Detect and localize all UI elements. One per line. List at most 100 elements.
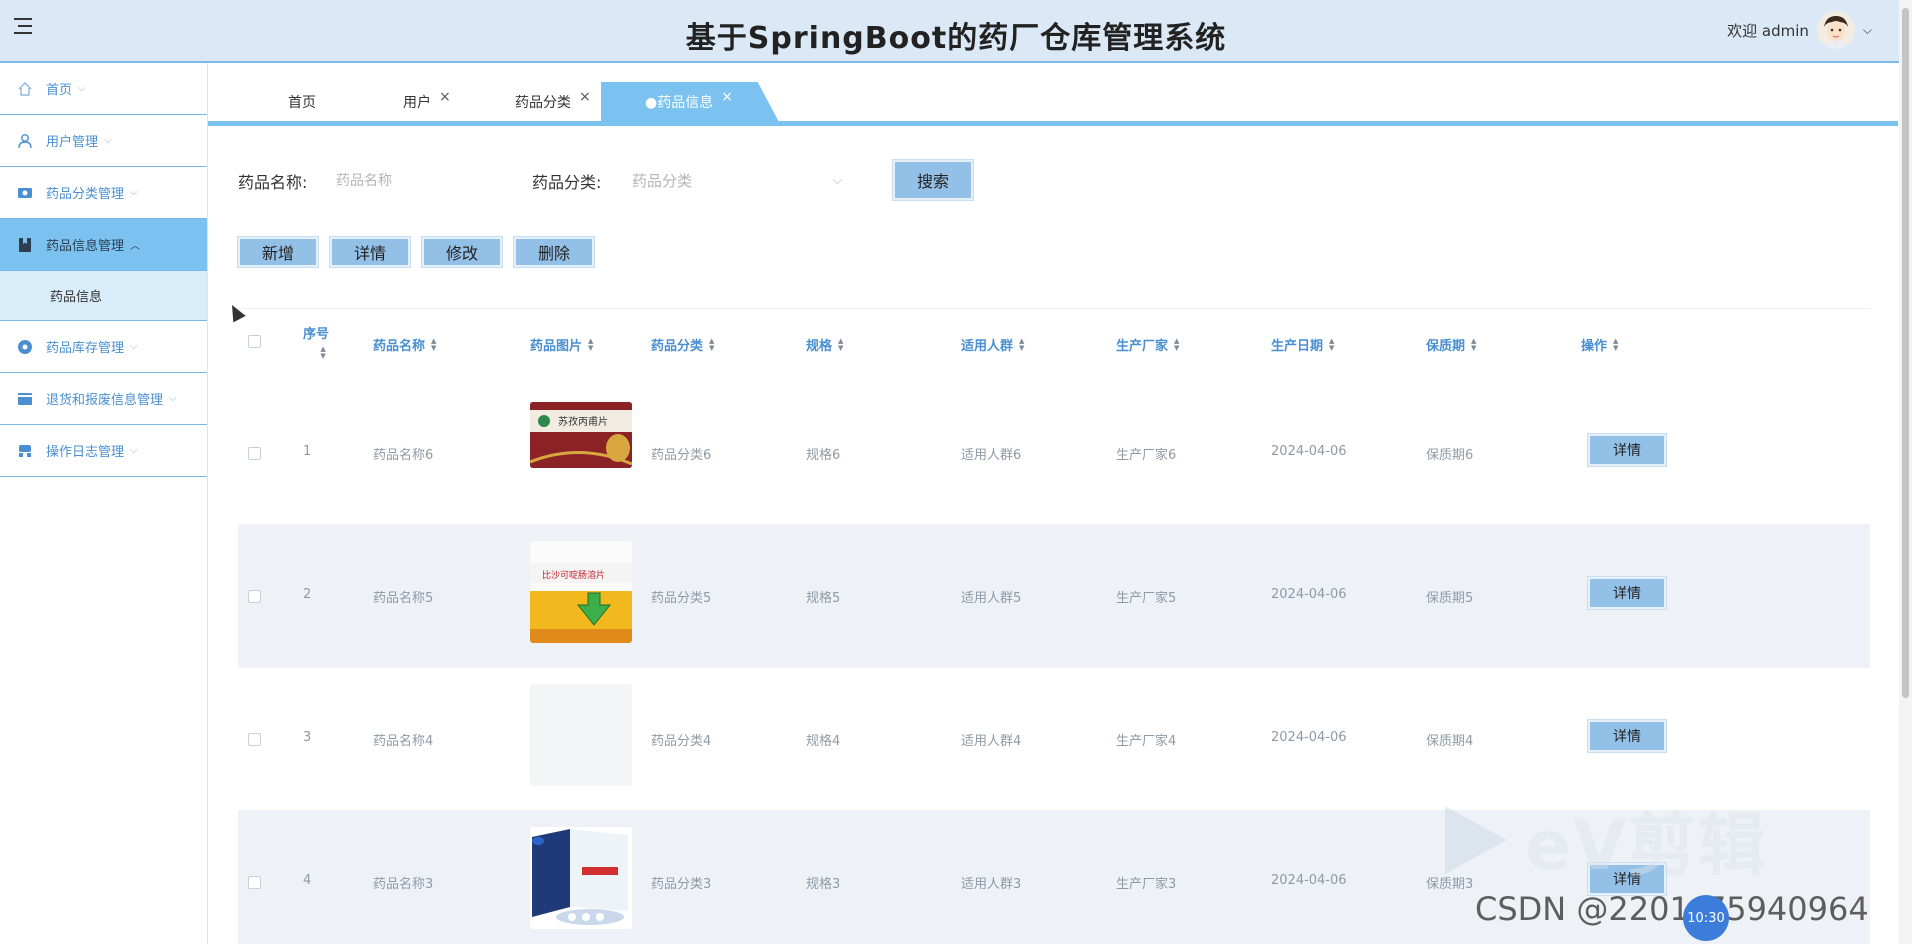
sort-icon[interactable]: ▲ ▼ (1329, 337, 1334, 352)
cell-crowd: 适用人群3 (961, 877, 1022, 892)
column-crowd[interactable]: 适用人群 ▲ ▼ (961, 335, 1024, 354)
cell-maker: 生产厂家5 (1116, 591, 1177, 606)
drug-image-text: 比沙可啶肠溶片 (542, 569, 605, 581)
scrollbar-thumb[interactable] (1902, 8, 1909, 698)
tab-label: 药品分类 (515, 95, 571, 111)
close-icon[interactable]: × (439, 89, 451, 105)
column-shelf-life[interactable]: 保质期 ▲ ▼ (1426, 335, 1476, 354)
sort-icon[interactable]: ▲ ▼ (1613, 337, 1618, 352)
tab-drug-category[interactable]: 药品分类 × (515, 82, 591, 122)
log-icon (16, 442, 34, 460)
sidebar-item-returns[interactable]: 退货和报废信息管理 ⌵ (0, 373, 207, 425)
tab-label: 用户 (403, 95, 431, 111)
home-icon (16, 80, 34, 98)
sidebar-subitem-drug-info[interactable]: 药品信息 (0, 271, 207, 321)
cell-category: 药品分类3 (651, 877, 712, 892)
row-checkbox[interactable] (248, 733, 261, 746)
chevron-down-icon: ⌵ (130, 341, 138, 352)
row-checkbox[interactable] (248, 876, 261, 889)
sidebar-item-category[interactable]: 药品分类管理 ⌵ (0, 167, 207, 219)
page-scrollbar[interactable] (1899, 0, 1912, 944)
column-name[interactable]: 药品名称 ▲ ▼ (373, 335, 436, 354)
inventory-icon (16, 338, 34, 356)
drug-image: 比沙可啶肠溶片 (530, 541, 632, 643)
drug-name-input[interactable] (336, 162, 516, 198)
cell-maker: 生产厂家3 (1116, 877, 1177, 892)
tab-drug-info[interactable]: ●药品信息 × (601, 82, 779, 122)
sort-icon[interactable]: ▲ ▼ (838, 337, 843, 352)
column-image[interactable]: 药品图片 ▲ ▼ (530, 335, 593, 354)
tab-label: ●药品信息 (645, 95, 714, 111)
sidebar-item-label: 药品信息管理 (46, 239, 125, 254)
card-icon (16, 390, 34, 408)
sidebar-item-users[interactable]: 用户管理 ⌵ (0, 115, 207, 167)
sidebar-item-label: 药品分类管理 (46, 187, 125, 202)
detail-button[interactable]: 详情 (330, 237, 410, 267)
row-checkbox[interactable] (248, 590, 261, 603)
cell-category: 药品分类4 (651, 734, 712, 749)
sidebar-item-home[interactable]: 首页 ⌵ (0, 63, 207, 115)
column-index[interactable]: 序号 ▲ ▼ (303, 323, 329, 360)
tab-bar: 首页 用户 × 药品分类 × ●药品信息 × (208, 82, 1898, 126)
column-maker[interactable]: 生产厂家 ▲ ▼ (1116, 335, 1179, 354)
cell-index: 2 (303, 587, 312, 602)
cell-shelf-life: 保质期4 (1426, 734, 1474, 749)
tab-label: 首页 (288, 95, 316, 111)
cell-category: 药品分类5 (651, 591, 712, 606)
delete-button[interactable]: 删除 (514, 237, 594, 267)
cell-index: 1 (303, 444, 312, 459)
cell-name: 药品名称4 (373, 734, 434, 749)
cell-crowd: 适用人群6 (961, 448, 1022, 463)
chevron-down-icon: ⌵ (169, 393, 177, 404)
cell-name: 药品名称5 (373, 591, 434, 606)
drug-category-select[interactable]: 药品分类 ⌵ (632, 162, 842, 198)
cell-category: 药品分类6 (651, 448, 712, 463)
sort-icon[interactable]: ▲ ▼ (1471, 337, 1476, 352)
sort-icon[interactable]: ▲ ▼ (320, 346, 325, 360)
close-icon[interactable]: × (721, 89, 733, 105)
edit-button[interactable]: 修改 (422, 237, 502, 267)
sidebar-item-inventory[interactable]: 药品库存管理 ⌵ (0, 321, 207, 373)
sidebar-item-label: 退货和报废信息管理 (46, 393, 164, 408)
close-icon[interactable]: × (579, 89, 591, 105)
sort-icon[interactable]: ▲ ▼ (1019, 337, 1024, 352)
bookmark-icon (16, 236, 34, 254)
avatar[interactable] (1816, 11, 1855, 49)
select-all-checkbox[interactable] (248, 335, 261, 348)
cell-date: 2024-04-06 (1271, 444, 1347, 459)
tab-home[interactable]: 首页 (288, 82, 316, 122)
add-button[interactable]: 新增 (238, 237, 318, 267)
sidebar-item-label: 药品库存管理 (46, 341, 125, 356)
cell-date: 2024-04-06 (1271, 873, 1347, 888)
row-detail-button[interactable]: 详情 (1588, 434, 1666, 466)
row-detail-button[interactable]: 详情 (1588, 577, 1666, 609)
cell-name: 药品名称3 (373, 877, 434, 892)
row-detail-button[interactable]: 详情 (1588, 720, 1666, 752)
sort-icon[interactable]: ▲ ▼ (1174, 337, 1179, 352)
welcome-text: 欢迎 admin (1727, 21, 1809, 40)
column-spec[interactable]: 规格 ▲ ▼ (806, 335, 843, 354)
drug-image (530, 827, 632, 929)
sidebar-item-logs[interactable]: 操作日志管理 ⌵ (0, 425, 207, 477)
user-menu[interactable]: 欢迎 admin ⌵ (1727, 10, 1872, 50)
cell-maker: 生产厂家4 (1116, 734, 1177, 749)
csdn-watermark: CSDN @2201_75940964 (1475, 890, 1869, 928)
row-checkbox[interactable] (248, 447, 261, 460)
user-icon (16, 132, 34, 150)
table-row: 1 药品名称6 苏孜丙甫片 药品分类6 规格6 适用人群6 生产厂家6 2024… (238, 382, 1870, 525)
drug-image: 苏孜丙甫片 (530, 402, 632, 468)
column-date[interactable]: 生产日期 ▲ ▼ (1271, 335, 1334, 354)
sidebar-item-label: 用户管理 (46, 135, 99, 150)
sort-icon[interactable]: ▲ ▼ (431, 337, 436, 352)
sort-icon[interactable]: ▲ ▼ (709, 337, 714, 352)
chevron-down-icon: ⌵ (130, 187, 138, 198)
sidebar-item-drug-info[interactable]: 药品信息管理 ︿ (0, 219, 207, 271)
column-action[interactable]: 操作 ▲ ▼ (1581, 335, 1618, 354)
column-category[interactable]: 药品分类 ▲ ▼ (651, 335, 714, 354)
chevron-down-icon[interactable]: ⌵ (1863, 23, 1872, 38)
search-button[interactable]: 搜索 (893, 160, 973, 200)
tab-user[interactable]: 用户 × (403, 82, 451, 122)
top-header: 基于SpringBoot的药厂仓库管理系统 欢迎 admin ⌵ (0, 0, 1912, 63)
chevron-down-icon: ⌵ (130, 445, 138, 456)
sort-icon[interactable]: ▲ ▼ (588, 337, 593, 352)
